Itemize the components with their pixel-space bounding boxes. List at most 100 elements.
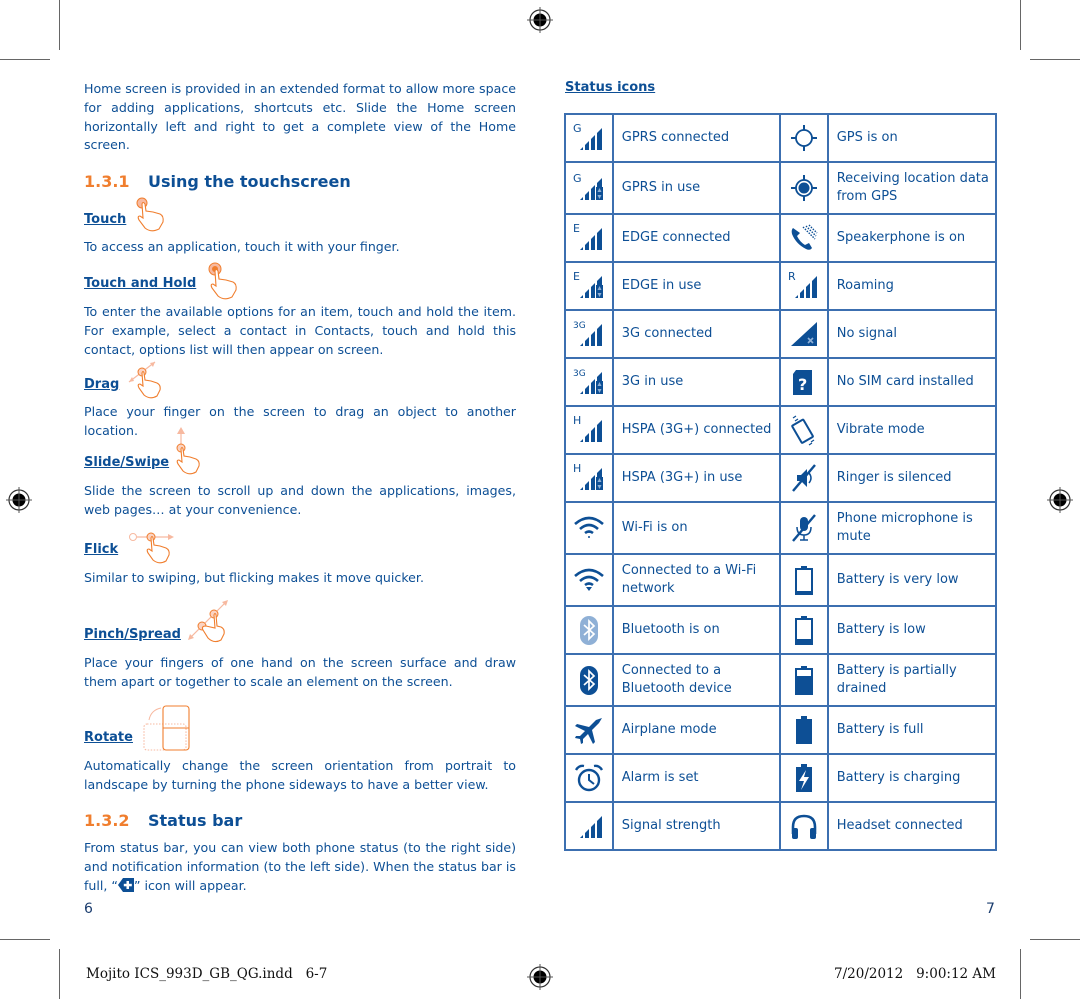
speakerphone-icon xyxy=(791,224,818,250)
status-icons-title: Status icons xyxy=(565,80,656,95)
gesture-title-drag: Drag xyxy=(84,377,120,392)
status-icon-label: Ringer is silenced xyxy=(826,453,998,503)
status-icon-label: Vibrate mode xyxy=(826,405,998,455)
status-icon-label: GPS is on xyxy=(826,113,998,163)
icon-cell xyxy=(564,705,614,755)
edge-connected-icon: E xyxy=(573,222,602,250)
no-signal-icon xyxy=(790,322,817,346)
hspa-connected-icon: H xyxy=(573,414,602,442)
status-icon-label: GPRS connected xyxy=(611,113,781,163)
bluetooth-on-icon xyxy=(579,616,598,645)
svg-text:G: G xyxy=(573,122,582,135)
icon-cell: G xyxy=(564,161,614,215)
status-bar-text-end: ” icon will appear. xyxy=(133,877,247,893)
battery-low-icon xyxy=(794,616,813,645)
status-icon-label: 3G connected xyxy=(611,309,781,359)
battery-partial-icon xyxy=(794,666,813,695)
status-icon-label: Speakerphone is on xyxy=(826,213,998,263)
registration-mark-icon xyxy=(527,964,553,990)
status-icon-label: HSPA (3G+) in use xyxy=(611,453,781,503)
status-icon-row: G GPRS in use Receiving location data fro… xyxy=(564,161,998,215)
signal-strength-icon xyxy=(579,816,602,838)
headset-icon xyxy=(791,814,817,839)
status-icon-row: Bluetooth is on Battery is low xyxy=(564,605,998,655)
crop-mark xyxy=(59,949,60,999)
icon-cell xyxy=(778,653,829,707)
svg-text:3G: 3G xyxy=(573,321,586,331)
crop-mark xyxy=(1020,0,1021,50)
touch-gesture-icon xyxy=(136,197,164,232)
crop-mark xyxy=(1030,939,1080,940)
status-icon-label: No SIM card installed xyxy=(826,357,998,407)
section-heading-status-bar: 1.3.2 Status bar xyxy=(84,811,242,830)
icon-cell xyxy=(778,553,829,607)
mic-mute-icon xyxy=(791,514,816,542)
gesture-desc-rotate: Automatically change the screen orientat… xyxy=(84,758,516,792)
gps-on-icon xyxy=(790,125,817,151)
gesture-desc-pinch-spread: Place your fingers of one hand on the sc… xyxy=(84,655,516,689)
icon-cell: ? xyxy=(778,357,829,407)
status-icon-label: Battery is low xyxy=(826,605,998,655)
crop-mark xyxy=(1030,59,1080,60)
icon-cell xyxy=(564,801,614,851)
crop-mark xyxy=(0,939,50,940)
status-icon-label: 3G in use xyxy=(611,357,781,407)
icon-cell: E xyxy=(564,261,614,311)
status-icon-row: G GPRS connected GPS is on xyxy=(564,113,998,163)
status-icon-label: HSPA (3G+) connected xyxy=(611,405,781,455)
status-icon-row: Airplane mode Battery is full xyxy=(564,705,998,755)
registration-mark-icon xyxy=(527,7,553,33)
status-icon-row: H HSPA (3G+) in use Ringer is silenced xyxy=(564,453,998,503)
gesture-title-pinch-spread: Pinch/Spread xyxy=(84,627,181,642)
ringer-silenced-icon xyxy=(791,464,816,492)
page-number-right: 7 xyxy=(986,901,995,917)
section-heading-touchscreen: 1.3.1 Using the touchscreen xyxy=(84,172,351,191)
status-icon-label: Receiving location data from GPS xyxy=(826,161,998,215)
status-icon-row: 3G 3G in use? No SIM card installed xyxy=(564,357,998,407)
status-icon-label: Connected to a Wi-Fi network xyxy=(611,553,781,607)
section-number: 1.3.2 xyxy=(84,811,130,830)
icon-cell xyxy=(564,553,614,607)
vibrate-icon xyxy=(791,415,815,446)
flick-gesture-icon xyxy=(129,532,174,564)
svg-text:E: E xyxy=(573,270,580,283)
gesture-desc-touch: To access an application, touch it with … xyxy=(84,239,400,254)
pinch-spread-gesture-icon xyxy=(188,600,228,643)
status-icon-label: Connected to a Bluetooth device xyxy=(611,653,781,707)
wifi-on-icon xyxy=(574,516,604,538)
svg-text:H: H xyxy=(573,414,581,427)
status-icon-label: Headset connected xyxy=(826,801,998,851)
icon-cell: 3G xyxy=(564,309,614,359)
status-icon-label: Battery is charging xyxy=(826,753,998,803)
icon-cell xyxy=(564,653,614,707)
status-icon-label: Bluetooth is on xyxy=(611,605,781,655)
gprs-connected-icon: G xyxy=(573,122,602,150)
roaming-icon: R xyxy=(788,270,817,298)
section-title: Using the touchscreen xyxy=(148,172,351,191)
gesture-title-slide-swipe: Slide/Swipe xyxy=(84,455,170,470)
gesture-desc-flick: Similar to swiping, but flicking makes i… xyxy=(84,570,424,585)
status-icon-label: Battery is very low xyxy=(826,553,998,607)
svg-text:3G: 3G xyxy=(573,369,586,379)
gesture-desc-slide-swipe: Slide the screen to scroll up and down t… xyxy=(84,483,516,517)
footer-filename: Mojito ICS_993D_GB_QG.indd 6-7 xyxy=(86,966,328,982)
status-icon-label: Wi-Fi is on xyxy=(611,501,781,555)
icon-cell xyxy=(778,501,829,555)
gesture-title-touch: Touch xyxy=(84,212,127,227)
gesture-title-flick: Flick xyxy=(84,542,119,557)
gesture-desc-drag: Place your finger on the screen to drag … xyxy=(84,404,516,438)
svg-text:?: ? xyxy=(798,375,807,394)
icon-cell: 3G xyxy=(564,357,614,407)
svg-text:G: G xyxy=(573,172,582,185)
registration-mark-icon xyxy=(1047,487,1073,513)
status-icon-label: GPRS in use xyxy=(611,161,781,215)
airplane-mode-icon xyxy=(574,718,602,744)
drag-gesture-icon xyxy=(128,361,161,399)
status-icon-label: Airplane mode xyxy=(611,705,781,755)
footer-timestamp: 7/20/2012 9:00:12 AM xyxy=(834,966,996,982)
status-icon-label: Phone microphone is mute xyxy=(826,501,998,555)
status-icon-row: Alarm is set Battery is charging xyxy=(564,753,998,803)
status-icon-label: No signal xyxy=(826,309,998,359)
status-icon-label: Roaming xyxy=(826,261,998,311)
status-icon-row: Signal strength Headset connected xyxy=(564,801,998,851)
